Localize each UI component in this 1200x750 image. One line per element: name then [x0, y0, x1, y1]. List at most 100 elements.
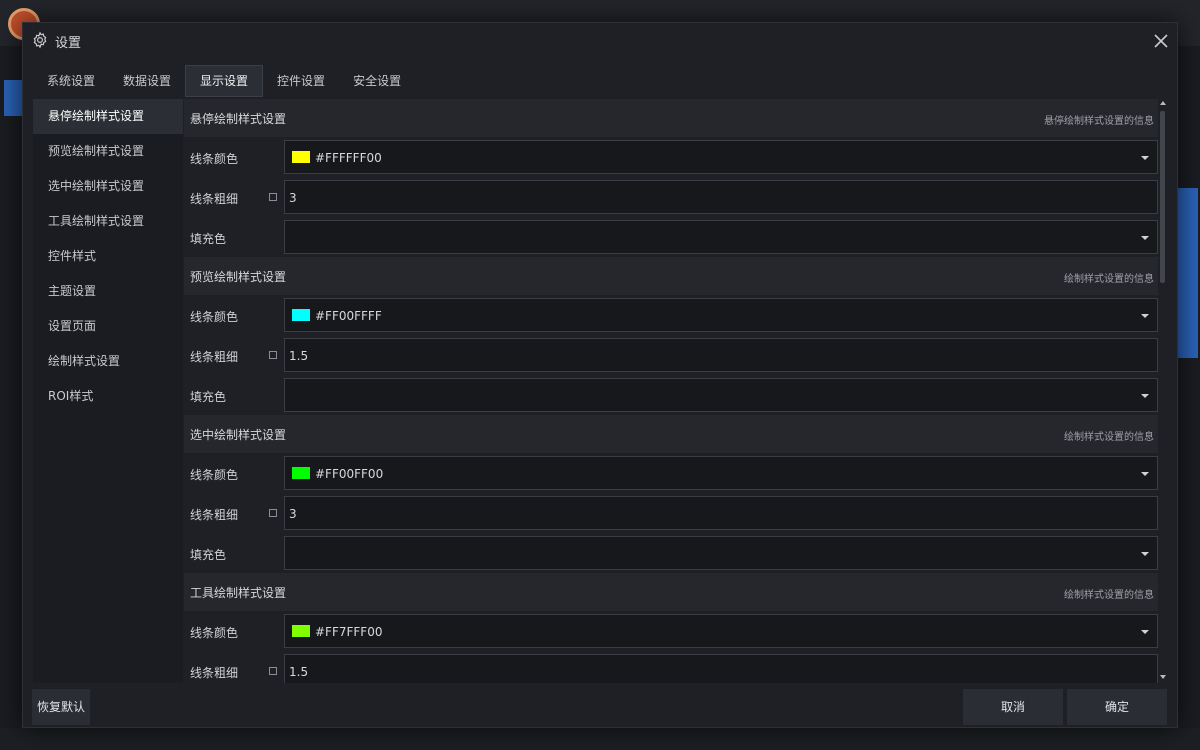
sidebar-item-hover-style[interactable]: 悬停绘制样式设置	[33, 99, 183, 134]
line-color-row: 线条颜色 #FF00FF00	[184, 453, 1158, 493]
line-color-select[interactable]: #FF00FFFF	[284, 298, 1158, 332]
section-header: 悬停绘制样式设置 悬停绘制样式设置的信息	[184, 99, 1158, 137]
line-width-label: 线条粗细	[190, 192, 239, 206]
color-swatch	[292, 309, 310, 321]
section-info: 悬停绘制样式设置的信息	[1044, 116, 1154, 127]
line-width-row: 线条粗细 3	[184, 177, 1158, 217]
settings-content: 悬停绘制样式设置 悬停绘制样式设置的信息 线条颜色 #FFFFFF00 线条粗细…	[184, 99, 1158, 683]
color-swatch	[292, 625, 310, 637]
section-selected-style: 选中绘制样式设置 绘制样式设置的信息 线条颜色 #FF00FF00 线条粗细 3	[184, 415, 1158, 573]
sidebar-item-theme[interactable]: 主题设置	[33, 274, 183, 309]
background-panel-left	[4, 80, 22, 116]
background-statusbar	[0, 728, 1200, 750]
fill-color-row: 填充色	[184, 375, 1158, 415]
sidebar-item-settings-page[interactable]: 设置页面	[33, 309, 183, 344]
fill-color-row: 填充色	[184, 533, 1158, 573]
line-color-value: #FFFFFF00	[315, 151, 382, 165]
fill-color-label: 填充色	[190, 548, 227, 562]
line-color-value: #FF00FF00	[315, 467, 384, 481]
line-width-value: 1.5	[289, 349, 309, 363]
section-info: 绘制样式设置的信息	[1064, 432, 1154, 443]
line-color-row: 线条颜色 #FF00FFFF	[184, 295, 1158, 335]
square-icon	[269, 509, 277, 517]
close-icon[interactable]	[1151, 31, 1171, 51]
settings-sidebar: 悬停绘制样式设置 预览绘制样式设置 选中绘制样式设置 工具绘制样式设置 控件样式…	[33, 99, 183, 683]
section-header: 工具绘制样式设置 绘制样式设置的信息	[184, 573, 1158, 611]
line-width-row: 线条粗细 1.5	[184, 651, 1158, 683]
dialog-header: 设置	[23, 23, 1177, 59]
line-width-input[interactable]: 1.5	[284, 654, 1158, 683]
line-width-value: 3	[289, 191, 297, 205]
scroll-down-icon[interactable]	[1160, 675, 1166, 679]
fill-color-label: 填充色	[190, 232, 227, 246]
line-color-select[interactable]: #FFFFFF00	[284, 140, 1158, 174]
section-header: 预览绘制样式设置 绘制样式设置的信息	[184, 257, 1158, 295]
sidebar-item-draw-style[interactable]: 绘制样式设置	[33, 344, 183, 379]
section-info: 绘制样式设置的信息	[1064, 590, 1154, 601]
chevron-down-icon	[1141, 314, 1149, 318]
tab-security-settings[interactable]: 安全设置	[339, 65, 415, 97]
line-width-row: 线条粗细 3	[184, 493, 1158, 533]
line-color-select[interactable]: #FF00FF00	[284, 456, 1158, 490]
settings-tabs: 系统设置 数据设置 显示设置 控件设置 安全设置	[33, 65, 415, 97]
line-width-value: 3	[289, 507, 297, 521]
line-color-row: 线条颜色 #FFFFFF00	[184, 137, 1158, 177]
scroll-up-icon[interactable]	[1160, 101, 1166, 105]
fill-color-select[interactable]	[284, 378, 1158, 412]
line-color-label: 线条颜色	[190, 468, 239, 482]
dialog-title: 设置	[55, 36, 82, 51]
sidebar-item-preview-style[interactable]: 预览绘制样式设置	[33, 134, 183, 169]
chevron-down-icon	[1141, 552, 1149, 556]
line-width-label: 线条粗细	[190, 508, 239, 522]
section-tool-style: 工具绘制样式设置 绘制样式设置的信息 线条颜色 #FF7FFF00 线条粗细 1…	[184, 573, 1158, 683]
gear-icon	[33, 31, 47, 49]
sidebar-item-control-style[interactable]: 控件样式	[33, 239, 183, 274]
section-title: 预览绘制样式设置	[190, 270, 287, 284]
line-color-label: 线条颜色	[190, 310, 239, 324]
cancel-button[interactable]: 取消	[963, 689, 1063, 725]
line-width-row: 线条粗细 1.5	[184, 335, 1158, 375]
color-swatch	[292, 467, 310, 479]
line-width-label: 线条粗细	[190, 666, 239, 680]
section-title: 选中绘制样式设置	[190, 428, 287, 442]
tab-display-settings[interactable]: 显示设置	[185, 65, 264, 97]
line-color-select[interactable]: #FF7FFF00	[284, 614, 1158, 648]
sidebar-item-selected-style[interactable]: 选中绘制样式设置	[33, 169, 183, 204]
color-swatch	[292, 151, 310, 163]
line-width-label: 线条粗细	[190, 350, 239, 364]
confirm-button[interactable]: 确定	[1067, 689, 1167, 725]
tab-data-settings[interactable]: 数据设置	[109, 65, 185, 97]
square-icon	[269, 193, 277, 201]
section-title: 悬停绘制样式设置	[190, 112, 287, 126]
line-color-value: #FF00FFFF	[315, 309, 382, 323]
section-title: 工具绘制样式设置	[190, 586, 287, 600]
square-icon	[269, 351, 277, 359]
fill-color-select[interactable]	[284, 220, 1158, 254]
fill-color-label: 填充色	[190, 390, 227, 404]
fill-color-select[interactable]	[284, 536, 1158, 570]
chevron-down-icon	[1141, 156, 1149, 160]
fill-color-row: 填充色	[184, 217, 1158, 257]
line-width-value: 1.5	[289, 665, 309, 679]
tab-system-settings[interactable]: 系统设置	[33, 65, 109, 97]
line-width-input[interactable]: 3	[284, 180, 1158, 214]
settings-dialog: 设置 系统设置 数据设置 显示设置 控件设置 安全设置 悬停绘制样式设置 预览绘…	[22, 22, 1178, 728]
chevron-down-icon	[1141, 394, 1149, 398]
section-hover-style: 悬停绘制样式设置 悬停绘制样式设置的信息 线条颜色 #FFFFFF00 线条粗细…	[184, 99, 1158, 257]
chevron-down-icon	[1141, 236, 1149, 240]
line-color-label: 线条颜色	[190, 152, 239, 166]
scrollbar-thumb[interactable]	[1160, 111, 1165, 283]
reset-defaults-button[interactable]: 恢复默认	[32, 689, 90, 725]
line-color-label: 线条颜色	[190, 626, 239, 640]
square-icon	[269, 667, 277, 675]
sidebar-item-roi-style[interactable]: ROI样式	[33, 379, 183, 414]
line-color-row: 线条颜色 #FF7FFF00	[184, 611, 1158, 651]
section-header: 选中绘制样式设置 绘制样式设置的信息	[184, 415, 1158, 453]
content-scrollbar[interactable]	[1159, 99, 1167, 683]
sidebar-item-tool-style[interactable]: 工具绘制样式设置	[33, 204, 183, 239]
tab-control-settings[interactable]: 控件设置	[263, 65, 339, 97]
line-width-input[interactable]: 3	[284, 496, 1158, 530]
line-width-input[interactable]: 1.5	[284, 338, 1158, 372]
line-color-value: #FF7FFF00	[315, 625, 383, 639]
chevron-down-icon	[1141, 472, 1149, 476]
